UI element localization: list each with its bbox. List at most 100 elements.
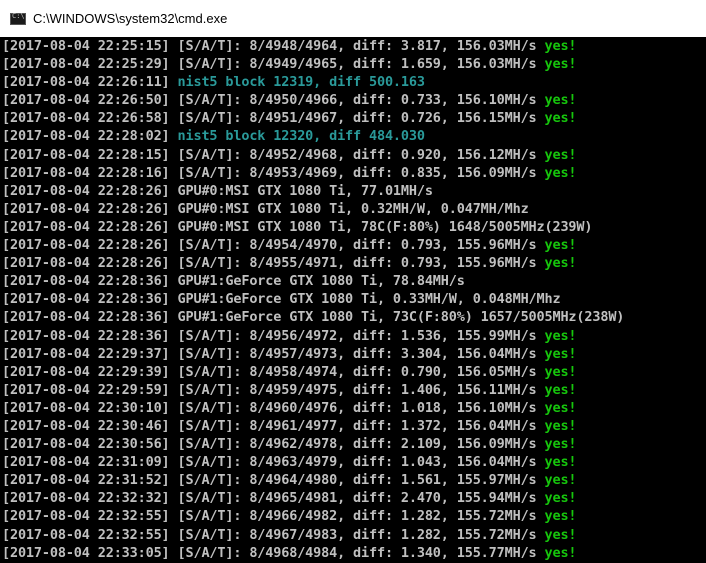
timestamp: [2017-08-04 22:28:26] (2, 200, 170, 217)
console-line: [2017-08-04 22:30:10] [S/A/T]: 8/4960/49… (2, 399, 706, 417)
console-line: [2017-08-04 22:28:36] GPU#1:GeForce GTX … (2, 290, 706, 308)
console-line: [2017-08-04 22:28:26] [S/A/T]: 8/4955/49… (2, 254, 706, 272)
share-message: [S/A/T]: 8/4949/4965, diff: 1.659, 156.0… (169, 56, 545, 73)
share-message: [S/A/T]: 8/4952/4968, diff: 0.920, 156.1… (169, 146, 545, 163)
timestamp: [2017-08-04 22:30:10] (2, 399, 170, 416)
console-line: [2017-08-04 22:29:37] [S/A/T]: 8/4957/49… (2, 345, 706, 363)
accepted-status: yes! (544, 417, 577, 434)
timestamp: [2017-08-04 22:31:52] (2, 472, 170, 489)
block-message: nist5 block 12319, diff 500.163 (169, 74, 425, 91)
share-message: [S/A/T]: 8/4951/4967, diff: 0.726, 156.1… (169, 110, 545, 127)
share-message: [S/A/T]: 8/4964/4980, diff: 1.561, 155.9… (169, 472, 545, 489)
console-line: [2017-08-04 22:25:15] [S/A/T]: 8/4948/49… (2, 37, 706, 55)
share-message: [S/A/T]: 8/4954/4970, diff: 0.793, 155.9… (169, 237, 545, 254)
console-line: [2017-08-04 22:26:11] nist5 block 12319,… (2, 73, 706, 91)
console-line: [2017-08-04 22:28:36] GPU#1:GeForce GTX … (2, 308, 706, 326)
console-line: [2017-08-04 22:25:29] [S/A/T]: 8/4949/49… (2, 55, 706, 73)
accepted-status: yes! (544, 110, 577, 127)
console-line: [2017-08-04 22:28:16] [S/A/T]: 8/4953/49… (2, 164, 706, 182)
accepted-status: yes! (544, 399, 577, 416)
share-message: [S/A/T]: 8/4967/4983, diff: 1.282, 155.7… (169, 526, 545, 543)
timestamp: [2017-08-04 22:28:36] (2, 327, 170, 344)
share-message: [S/A/T]: 8/4948/4964, diff: 3.817, 156.0… (169, 38, 545, 54)
timestamp: [2017-08-04 22:29:37] (2, 345, 170, 362)
accepted-status: yes! (544, 92, 577, 109)
share-message: [S/A/T]: 8/4955/4971, diff: 0.793, 155.9… (169, 255, 545, 272)
console-line: [2017-08-04 22:26:58] [S/A/T]: 8/4951/49… (2, 109, 706, 127)
timestamp: [2017-08-04 22:31:09] (2, 454, 170, 471)
timestamp: [2017-08-04 22:28:26] (2, 237, 170, 254)
timestamp: [2017-08-04 22:28:26] (2, 255, 170, 272)
block-message: nist5 block 12320, diff 484.030 (169, 128, 425, 145)
window-title: C:\WINDOWS\system32\cmd.exe (33, 11, 228, 26)
console-line: [2017-08-04 22:30:46] [S/A/T]: 8/4961/49… (2, 417, 706, 435)
share-message: [S/A/T]: 8/4966/4982, diff: 1.282, 155.7… (169, 508, 545, 525)
accepted-status: yes! (544, 526, 577, 543)
gpu-info-message: GPU#0:MSI GTX 1080 Ti, 0.32MH/W, 0.047MH… (169, 200, 529, 217)
accepted-status: yes! (544, 56, 577, 73)
console-line: [2017-08-04 22:28:26] GPU#0:MSI GTX 1080… (2, 182, 706, 200)
cmd-window: C:\WINDOWS\system32\cmd.exe [2017-08-04 … (0, 0, 706, 563)
accepted-status: yes! (544, 345, 577, 362)
gpu-info-message: GPU#1:GeForce GTX 1080 Ti, 0.33MH/W, 0.0… (169, 291, 561, 308)
console-output[interactable]: [2017-08-04 22:25:15] [S/A/T]: 8/4948/49… (0, 37, 706, 563)
timestamp: [2017-08-04 22:26:58] (2, 110, 170, 127)
timestamp: [2017-08-04 22:26:11] (2, 74, 170, 91)
console-line: [2017-08-04 22:28:26] GPU#0:MSI GTX 1080… (2, 218, 706, 236)
console-line: [2017-08-04 22:28:36] GPU#1:GeForce GTX … (2, 272, 706, 290)
timestamp: [2017-08-04 22:28:16] (2, 164, 170, 181)
console-line: [2017-08-04 22:28:36] [S/A/T]: 8/4956/49… (2, 327, 706, 345)
timestamp: [2017-08-04 22:32:55] (2, 526, 170, 543)
timestamp: [2017-08-04 22:29:59] (2, 381, 170, 398)
gpu-info-message: GPU#1:GeForce GTX 1080 Ti, 78.84MH/s (169, 273, 465, 290)
share-message: [S/A/T]: 8/4963/4979, diff: 1.043, 156.0… (169, 454, 545, 471)
console-line: [2017-08-04 22:30:56] [S/A/T]: 8/4962/49… (2, 435, 706, 453)
console-line: [2017-08-04 22:32:32] [S/A/T]: 8/4965/49… (2, 489, 706, 507)
share-message: [S/A/T]: 8/4953/4969, diff: 0.835, 156.0… (169, 164, 545, 181)
accepted-status: yes! (544, 508, 577, 525)
title-bar[interactable]: C:\WINDOWS\system32\cmd.exe (0, 0, 706, 37)
timestamp: [2017-08-04 22:28:36] (2, 309, 170, 326)
console-line: [2017-08-04 22:26:50] [S/A/T]: 8/4950/49… (2, 91, 706, 109)
console-line: [2017-08-04 22:32:55] [S/A/T]: 8/4966/49… (2, 507, 706, 525)
timestamp: [2017-08-04 22:28:36] (2, 273, 170, 290)
gpu-info-message: GPU#0:MSI GTX 1080 Ti, 78C(F:80%) 1648/5… (169, 218, 593, 235)
timestamp: [2017-08-04 22:28:26] (2, 182, 170, 199)
console-line: [2017-08-04 22:28:26] [S/A/T]: 8/4954/49… (2, 236, 706, 254)
accepted-status: yes! (544, 381, 577, 398)
timestamp: [2017-08-04 22:28:15] (2, 146, 170, 163)
console-line: [2017-08-04 22:29:59] [S/A/T]: 8/4959/49… (2, 381, 706, 399)
console-line: [2017-08-04 22:29:39] [S/A/T]: 8/4958/49… (2, 363, 706, 381)
console-line: [2017-08-04 22:33:05] [S/A/T]: 8/4968/49… (2, 544, 706, 562)
console-line: [2017-08-04 22:28:02] nist5 block 12320,… (2, 127, 706, 145)
timestamp: [2017-08-04 22:28:36] (2, 291, 170, 308)
accepted-status: yes! (544, 255, 577, 272)
share-message: [S/A/T]: 8/4965/4981, diff: 2.470, 155.9… (169, 490, 545, 507)
timestamp: [2017-08-04 22:33:05] (2, 544, 170, 561)
share-message: [S/A/T]: 8/4959/4975, diff: 1.406, 156.1… (169, 381, 545, 398)
timestamp: [2017-08-04 22:25:15] (2, 38, 170, 54)
console-line: [2017-08-04 22:32:55] [S/A/T]: 8/4967/49… (2, 526, 706, 544)
share-message: [S/A/T]: 8/4956/4972, diff: 1.536, 155.9… (169, 327, 545, 344)
share-message: [S/A/T]: 8/4962/4978, diff: 2.109, 156.0… (169, 436, 545, 453)
timestamp: [2017-08-04 22:30:56] (2, 436, 170, 453)
accepted-status: yes! (544, 490, 577, 507)
console-line: [2017-08-04 22:31:09] [S/A/T]: 8/4963/49… (2, 453, 706, 471)
gpu-info-message: GPU#0:MSI GTX 1080 Ti, 77.01MH/s (169, 182, 433, 199)
timestamp: [2017-08-04 22:32:55] (2, 508, 170, 525)
console-line: [2017-08-04 22:28:15] [S/A/T]: 8/4952/49… (2, 146, 706, 164)
share-message: [S/A/T]: 8/4957/4973, diff: 3.304, 156.0… (169, 345, 545, 362)
accepted-status: yes! (544, 38, 577, 54)
share-message: [S/A/T]: 8/4958/4974, diff: 0.790, 156.0… (169, 363, 545, 380)
accepted-status: yes! (544, 363, 577, 380)
timestamp: [2017-08-04 22:30:46] (2, 417, 170, 434)
cmd-icon (10, 12, 26, 25)
timestamp: [2017-08-04 22:32:32] (2, 490, 170, 507)
share-message: [S/A/T]: 8/4961/4977, diff: 1.372, 156.0… (169, 417, 545, 434)
gpu-info-message: GPU#1:GeForce GTX 1080 Ti, 73C(F:80%) 16… (169, 309, 625, 326)
accepted-status: yes! (544, 454, 577, 471)
console-line: [2017-08-04 22:31:52] [S/A/T]: 8/4964/49… (2, 471, 706, 489)
share-message: [S/A/T]: 8/4960/4976, diff: 1.018, 156.1… (169, 399, 545, 416)
accepted-status: yes! (544, 327, 577, 344)
accepted-status: yes! (544, 146, 577, 163)
